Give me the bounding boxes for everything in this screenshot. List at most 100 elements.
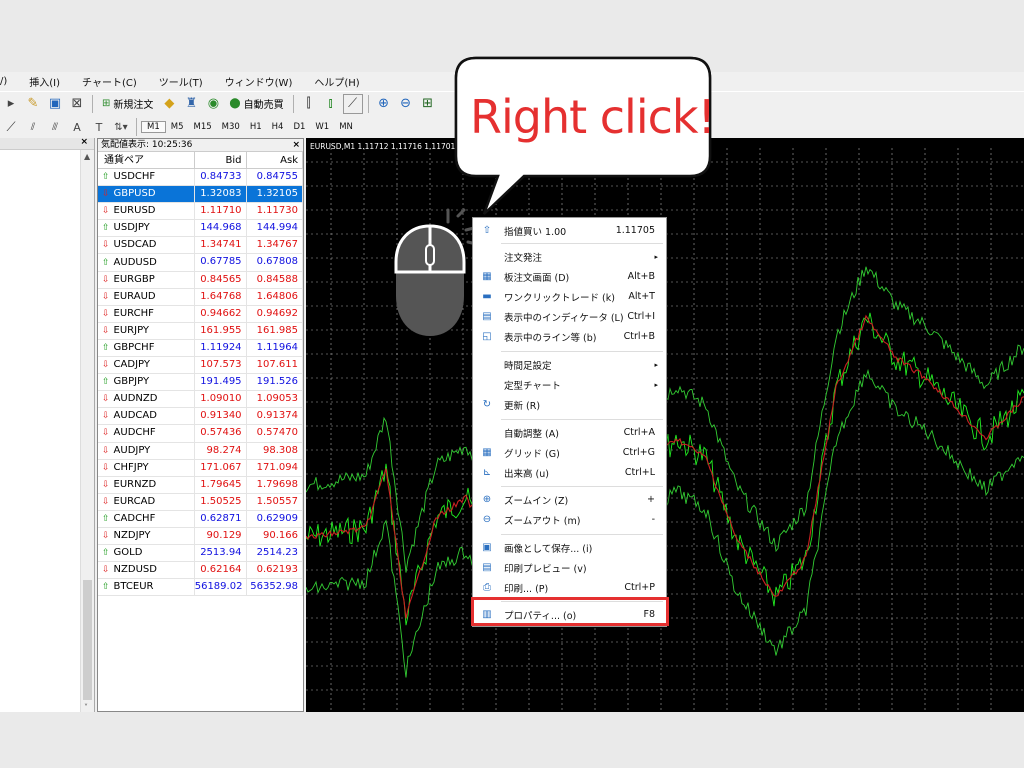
market-watch-icon[interactable]: ▣ — [45, 94, 65, 114]
market-watch-row[interactable]: ⇩ EURAUD 1.64768 1.64806 — [98, 288, 303, 306]
bar-chart-icon[interactable]: ⫿ — [299, 94, 319, 114]
signal-icon[interactable]: ◉ — [203, 94, 223, 114]
period-button-h4[interactable]: H4 — [267, 122, 289, 132]
column-header-bid[interactable]: Bid — [195, 152, 247, 168]
period-button-mn[interactable]: MN — [334, 122, 358, 132]
market-watch-row[interactable]: ⇧ AUDUSD 0.67785 0.67808 — [98, 254, 303, 272]
navigator-icon[interactable]: ♜ — [181, 94, 201, 114]
zoom-in-icon[interactable]: ⊕ — [374, 94, 394, 114]
close-icon[interactable]: × — [292, 139, 300, 151]
candle-chart-icon[interactable]: ⫾ — [321, 94, 341, 114]
zoom-out-icon[interactable]: ⊖ — [396, 94, 416, 114]
scroll-up-icon[interactable]: ▲ — [84, 152, 90, 161]
buy-limit-icon: ⇧ — [482, 225, 492, 236]
market-watch-row[interactable]: ⇩ EURNZD 1.79645 1.79698 — [98, 476, 303, 494]
menu-item-label: ズームアウト (m) — [504, 515, 581, 527]
menu-item[interactable]: ヘルプ(H) — [304, 74, 371, 89]
text-label-icon[interactable]: T — [89, 117, 109, 137]
market-watch-row[interactable]: ⇩ AUDCAD 0.91340 0.91374 — [98, 408, 303, 426]
context-menu-item[interactable]: ⇧ 指値買い 1.00 1.11705 — [473, 221, 666, 240]
market-watch-row[interactable]: ⇩ AUDJPY 98.274 98.308 — [98, 442, 303, 460]
context-menu-item[interactable]: ⎙ 印刷... (P) Ctrl+P — [473, 578, 666, 597]
market-watch-row[interactable]: ⇧ BTCEUR 56189.02 56352.98 — [98, 579, 303, 597]
menu-item-label: 更新 (R) — [504, 400, 541, 412]
data-window-icon[interactable]: ⊠ — [67, 94, 87, 114]
profiles-icon[interactable]: ▸ — [1, 94, 21, 114]
fibo-icon[interactable]: ⫽ — [23, 117, 43, 137]
trendline-icon[interactable]: ⟋ — [1, 117, 21, 137]
context-menu-item[interactable]: 時間足設定 ▸ — [473, 355, 666, 374]
market-watch-row[interactable]: ⇩ CHFJPY 171.067 171.094 — [98, 459, 303, 477]
market-watch-row[interactable]: ⇩ AUDCHF 0.57436 0.57470 — [98, 425, 303, 443]
menu-item[interactable]: ツール(T) — [149, 74, 215, 89]
close-icon[interactable]: × — [80, 137, 88, 147]
menu-item[interactable]: チャート(C) — [72, 74, 149, 89]
market-watch-row[interactable]: ⇩ EURCAD 1.50525 1.50557 — [98, 493, 303, 511]
market-watch-row[interactable]: ⇩ EURJPY 161.955 161.985 — [98, 322, 303, 340]
context-menu-item[interactable]: ▤ 印刷プレビュー (v) — [473, 558, 666, 577]
market-watch-row[interactable]: ⇧ USDCHF 0.84733 0.84755 — [98, 169, 303, 187]
ask-cell: 1.34767 — [247, 237, 303, 254]
context-menu-item[interactable]: ▤ 表示中のインディケータ (L) Ctrl+I — [473, 307, 666, 326]
market-watch-row[interactable]: ⇩ NZDUSD 0.62164 0.62193 — [98, 562, 303, 580]
market-watch-row[interactable]: ⇩ EURGBP 0.84565 0.84588 — [98, 271, 303, 289]
context-menu-item[interactable]: ▦ グリッド (G) Ctrl+G — [473, 443, 666, 462]
context-menu-item[interactable]: ▣ 画像として保存... (i) — [473, 538, 666, 557]
tile-windows-icon[interactable]: ⊞ — [418, 94, 438, 114]
period-button-w1[interactable]: W1 — [310, 122, 334, 132]
context-menu-item[interactable]: ⊖ ズームアウト (m) - — [473, 510, 666, 529]
menu-item[interactable]: 挿入(I) — [19, 74, 72, 89]
context-menu-item[interactable]: ▦ 板注文画面 (D) Alt+B — [473, 267, 666, 286]
scroll-down-icon[interactable]: ˅ — [84, 703, 88, 712]
open-folder-icon[interactable]: ✎ — [23, 94, 43, 114]
market-watch-row[interactable]: ⇩ EURCHF 0.94662 0.94692 — [98, 305, 303, 323]
market-watch-row[interactable]: ⇧ USDJPY 144.968 144.994 — [98, 220, 303, 238]
market-watch-row[interactable]: ⇩ CADJPY 107.573 107.611 — [98, 357, 303, 375]
period-button-m5[interactable]: M5 — [166, 122, 189, 132]
scrollbar-thumb[interactable] — [83, 580, 92, 700]
column-header-ask[interactable]: Ask — [247, 152, 303, 168]
context-menu-item[interactable]: 注文発注 ▸ — [473, 247, 666, 266]
market-watch-row[interactable]: ⇩ GBPUSD 1.32083 1.32105 — [98, 186, 303, 204]
auto-trade-button[interactable]: ⬤ 自動売買 — [224, 96, 288, 111]
period-button-m30[interactable]: M30 — [217, 122, 245, 132]
market-watch-row[interactable]: ⇩ USDCAD 1.34741 1.34767 — [98, 237, 303, 255]
context-menu-item[interactable]: ⊕ ズームイン (Z) + — [473, 490, 666, 509]
context-menu-item[interactable]: ↻ 更新 (R) — [473, 395, 666, 414]
bid-cell: 0.57436 — [195, 425, 247, 442]
period-button-d1[interactable]: D1 — [288, 122, 310, 132]
context-menu-item[interactable]: ⊾ 出来高 (u) Ctrl+L — [473, 463, 666, 482]
context-menu-item[interactable]: 定型チャート ▸ — [473, 375, 666, 394]
period-button-m15[interactable]: M15 — [189, 122, 217, 132]
new-order-button[interactable]: ⊞ 新規注文 — [97, 96, 158, 111]
market-watch-row[interactable]: ⇧ GBPCHF 1.11924 1.11964 — [98, 339, 303, 358]
market-watch-row[interactable]: ⇧ GOLD 2513.94 2514.23 — [98, 545, 303, 563]
menu-item-label: 定型チャート — [504, 380, 561, 392]
market-watch-row[interactable]: ⇧ GBPJPY 191.495 191.526 — [98, 374, 303, 392]
arrows-icon[interactable]: ⇅▾ — [111, 117, 131, 137]
metaeditor-icon[interactable]: ◆ — [159, 94, 179, 114]
down-arrow-icon: ⇩ — [102, 206, 110, 217]
fibo-fan-icon[interactable]: ⫻ — [45, 117, 65, 137]
period-button-h1[interactable]: H1 — [245, 122, 267, 132]
period-button-m1[interactable]: M1 — [141, 121, 166, 133]
navigator-scrollbar[interactable]: ▲ ˅ — [80, 150, 94, 712]
text-icon[interactable]: A — [67, 117, 87, 137]
menu-item[interactable]: /) — [0, 76, 19, 87]
callout-text: Right click! — [470, 90, 716, 144]
market-watch-row[interactable]: ⇩ NZDJPY 90.129 90.166 — [98, 527, 303, 546]
symbol-cell: ⇩ NZDJPY — [98, 527, 196, 545]
menu-item[interactable]: ウィンドウ(W) — [215, 74, 305, 89]
market-watch-row[interactable]: ⇧ CADCHF 0.62871 0.62909 — [98, 510, 303, 528]
context-menu-item[interactable]: ◱ 表示中のライン等 (b) Ctrl+B — [473, 327, 666, 346]
market-watch-row[interactable]: ⇩ AUDNZD 1.09010 1.09053 — [98, 391, 303, 409]
bid-cell: 98.274 — [195, 442, 247, 459]
market-watch-row[interactable]: ⇩ EURUSD 1.11710 1.11730 — [98, 203, 303, 221]
column-header-symbol[interactable]: 通貨ペア — [98, 152, 196, 168]
context-menu-item[interactable]: 自動調整 (A) Ctrl+A — [473, 423, 666, 442]
symbol-cell: ⇩ EURGBP — [98, 271, 196, 288]
context-menu-item[interactable]: ▬ ワンクリックトレード (k) Alt+T — [473, 287, 666, 306]
line-chart-icon[interactable]: ⟋ — [342, 93, 363, 114]
bid-cell: 0.62164 — [195, 562, 247, 579]
symbol-label: NZDJPY — [113, 530, 151, 542]
